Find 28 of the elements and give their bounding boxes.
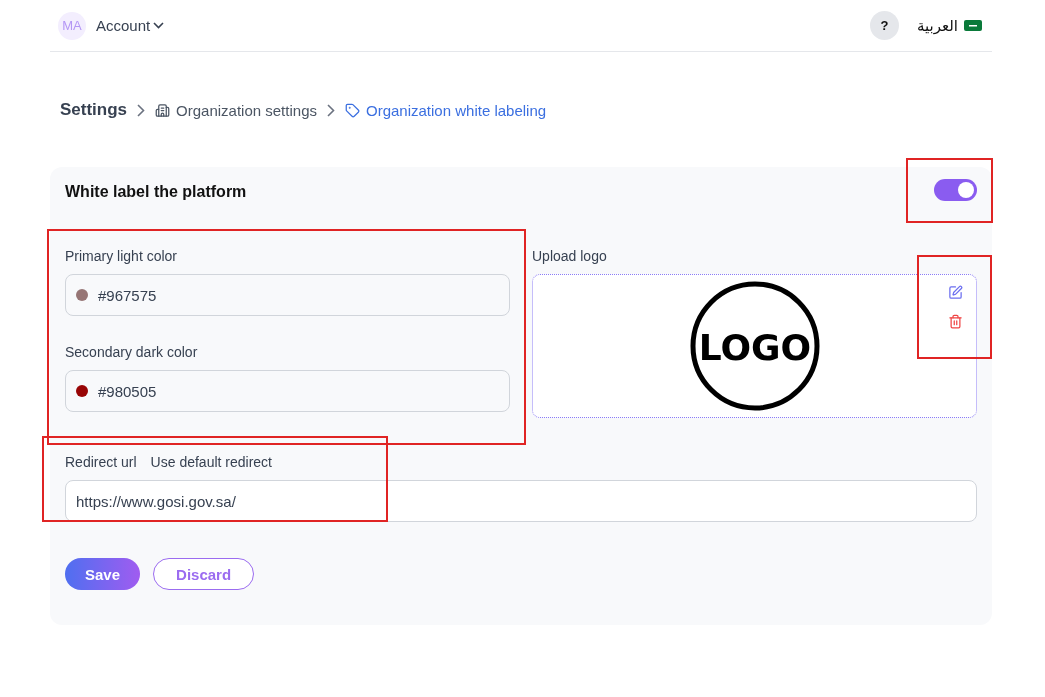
breadcrumb-link[interactable]: Organization settings (155, 101, 317, 119)
flag-icon (964, 20, 982, 31)
color-field[interactable]: #967575 (65, 274, 510, 316)
toggle-switch[interactable] (934, 179, 977, 201)
delete-icon[interactable] (948, 314, 963, 329)
field-label: Upload logo (532, 248, 608, 264)
account-menu[interactable]: Account (96, 17, 165, 34)
breadcrumb-link[interactable]: Settings (60, 100, 128, 120)
field-label: Primary light color (65, 248, 179, 264)
field-label: Redirect url (65, 454, 137, 470)
chevron-icon (137, 103, 146, 117)
tag-icon (345, 102, 360, 118)
chevron-down-icon (153, 22, 165, 29)
avatar: MA (58, 11, 86, 40)
help-button[interactable]: ? (870, 11, 899, 40)
building-icon (155, 102, 171, 118)
option-label: Use default redirect (150, 454, 272, 470)
logo-dropzone[interactable]: LOGO (532, 274, 977, 418)
language-link[interactable]: العربية (917, 16, 958, 35)
url-field[interactable]: https://www.gosi.gov.sa/ (65, 480, 977, 522)
field-label: Secondary dark color (65, 344, 199, 360)
chevron-icon (327, 103, 335, 117)
discard-button[interactable]: Discard (153, 558, 255, 590)
edit-icon[interactable] (948, 285, 963, 300)
card-title: White label the platform (65, 183, 247, 201)
breadcrumb-link[interactable]: Organization white labeling (345, 101, 547, 119)
color-field[interactable]: #980505 (65, 370, 510, 412)
save-button[interactable]: Save (65, 558, 141, 590)
